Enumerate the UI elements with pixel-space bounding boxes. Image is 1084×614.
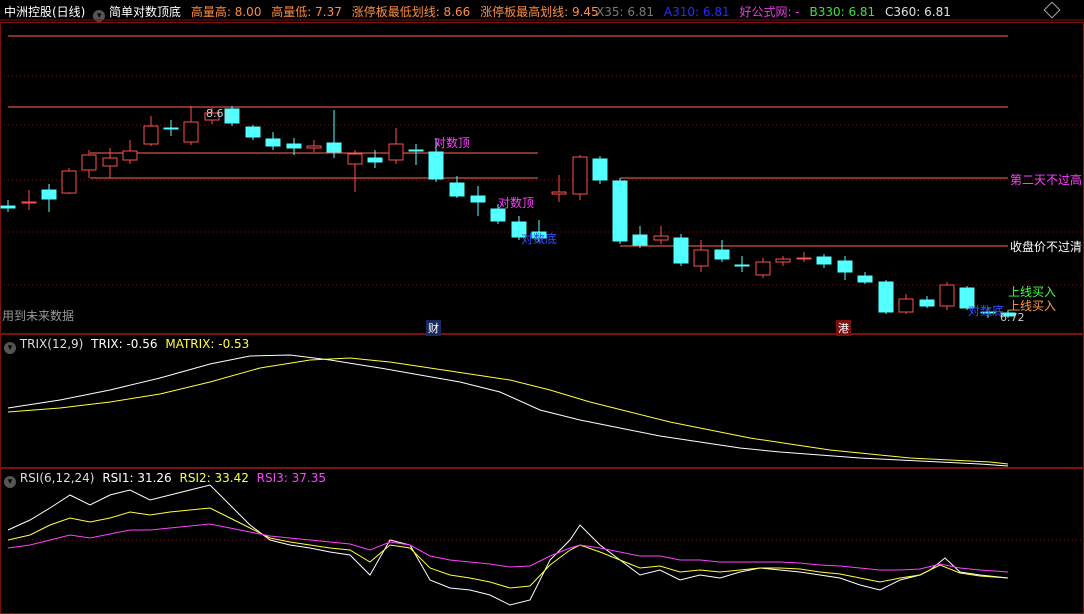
- candle[interactable]: [837, 256, 853, 280]
- second-day-label: 第二天不过高: [1010, 172, 1082, 187]
- rsi1-value: RSI1: 31.26: [102, 471, 172, 485]
- candle[interactable]: [470, 186, 486, 216]
- candle[interactable]: [122, 140, 138, 164]
- candle[interactable]: [878, 280, 894, 314]
- candle[interactable]: [693, 240, 709, 272]
- close-label: 收盘价不过清: [1010, 239, 1082, 254]
- peak-price-label: 8.61: [206, 107, 231, 120]
- candle[interactable]: [286, 138, 302, 155]
- rsi-title[interactable]: RSI(6,12,24): [20, 471, 95, 485]
- candle[interactable]: [61, 168, 77, 194]
- future-data-label: 用到未来数据: [2, 309, 75, 323]
- candle[interactable]: [653, 226, 669, 244]
- candle[interactable]: [673, 234, 689, 266]
- candle[interactable]: [388, 128, 404, 164]
- candle[interactable]: [734, 256, 750, 272]
- candle[interactable]: [326, 110, 342, 158]
- trix-title[interactable]: TRIX(12,9): [20, 337, 84, 351]
- candle[interactable]: [796, 252, 812, 262]
- trix-pane[interactable]: [0, 334, 1084, 468]
- matrix-value: MATRIX: -0.53: [165, 337, 250, 351]
- candle[interactable]: [408, 144, 424, 165]
- candle[interactable]: [632, 226, 648, 248]
- candle[interactable]: [163, 120, 179, 136]
- candle[interactable]: [939, 282, 955, 310]
- candle[interactable]: [245, 125, 261, 140]
- trix-value: TRIX: -0.56: [91, 337, 158, 351]
- candle[interactable]: [81, 150, 97, 178]
- rsi-header: ▾ RSI(6,12,24) RSI1: 31.26 RSI2: 33.42 R…: [4, 471, 327, 488]
- last-price-label: 6.72: [1000, 311, 1025, 324]
- candles: [0, 106, 1016, 318]
- rsi3-value: RSI3: 37.35: [256, 471, 327, 485]
- finance-badge[interactable]: 财: [426, 320, 441, 336]
- bottom-label-1: 对数底: [521, 231, 557, 246]
- candle[interactable]: [551, 175, 567, 202]
- candle[interactable]: [572, 155, 588, 200]
- trix-header: ▾ TRIX(12,9) TRIX: -0.56 MATRIX: -0.53: [4, 337, 250, 354]
- buy-label-1: 上线买入: [1008, 285, 1056, 299]
- rsi-settings-icon[interactable]: ▾: [4, 476, 16, 488]
- candle[interactable]: [857, 272, 873, 284]
- candle[interactable]: [612, 178, 628, 244]
- trix-settings-icon[interactable]: ▾: [4, 342, 16, 354]
- candle[interactable]: [41, 184, 57, 212]
- candle[interactable]: [183, 106, 199, 145]
- top-label-1: 对数顶: [434, 135, 470, 150]
- candle[interactable]: [755, 258, 771, 278]
- candle[interactable]: [347, 150, 363, 192]
- candle[interactable]: [592, 156, 608, 184]
- candle[interactable]: [898, 294, 914, 314]
- rsi-pane[interactable]: [0, 468, 1084, 614]
- candlestick-chart: 8.61 对数顶 对数顶 对数底 对数底 第二天不过高 收盘价不过清 上线买入 …: [0, 19, 1084, 324]
- candle[interactable]: [21, 190, 37, 210]
- candle[interactable]: [0, 200, 16, 212]
- candle[interactable]: [816, 254, 832, 268]
- candle[interactable]: [919, 296, 935, 308]
- rsi2-value: RSI2: 33.42: [179, 471, 249, 485]
- bottom-label-2: 对数底: [968, 303, 1004, 318]
- top-label-2: 对数顶: [498, 195, 534, 210]
- candle[interactable]: [143, 116, 159, 146]
- candle[interactable]: [265, 132, 281, 150]
- hk-badge[interactable]: 港: [836, 320, 851, 336]
- candle[interactable]: [714, 240, 730, 262]
- candle[interactable]: [449, 176, 465, 198]
- candle[interactable]: [775, 256, 791, 266]
- candle[interactable]: [306, 140, 322, 152]
